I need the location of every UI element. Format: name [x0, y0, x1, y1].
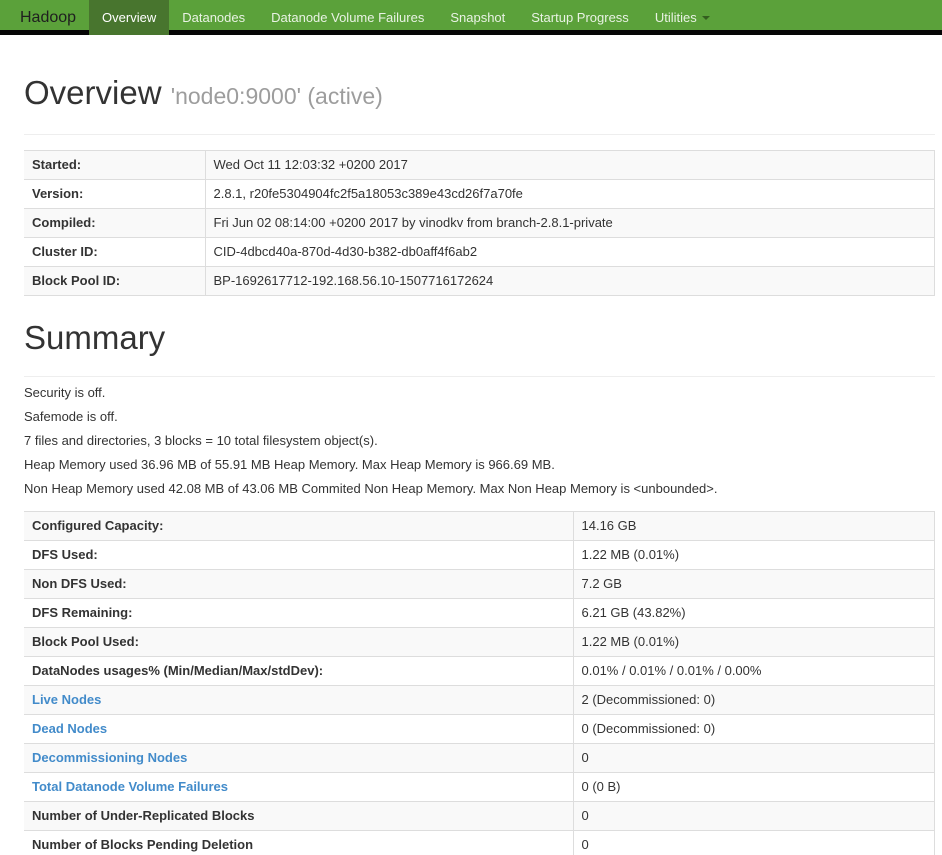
security-status-text: Security is off. [24, 385, 106, 400]
summary-label-dfs-used: DFS Used: [24, 540, 574, 570]
summary-value-blocks-pending-deletion: 0 [573, 830, 935, 855]
summary-value-volume-failures: 0 (0 B) [573, 772, 935, 802]
heap-memory-text: Heap Memory used 36.96 MB of 55.91 MB He… [24, 457, 555, 472]
summary-value-configured-capacity: 14.16 GB [573, 511, 935, 541]
nav-link-datanode-volume-failures[interactable]: Datanode Volume Failures [258, 0, 437, 35]
summary-value-dead-nodes: 0 (Decommissioned: 0) [573, 714, 935, 744]
nav-item-snapshot[interactable]: Snapshot [437, 0, 518, 30]
summary-value-datanodes-usages: 0.01% / 0.01% / 0.01% / 0.00% [573, 656, 935, 686]
table-row: Dead Nodes 0 (Decommissioned: 0) [24, 714, 935, 744]
nav-link-datanodes[interactable]: Datanodes [169, 0, 258, 35]
page-title: Overview 'node0:9000' (active) [24, 75, 935, 114]
info-label-version: Version: [24, 179, 206, 209]
table-row: Block Pool Used: 1.22 MB (0.01%) [24, 627, 935, 657]
namenode-address-badge: 'node0:9000' (active) [170, 83, 383, 109]
info-value-block-pool-id: BP-1692617712-192.168.56.10-150771617262… [205, 266, 935, 296]
nav-link-snapshot[interactable]: Snapshot [437, 0, 518, 35]
summary-text-block: Security is off. Safemode is off. 7 file… [24, 386, 935, 496]
safemode-status-text: Safemode is off. [24, 409, 118, 424]
table-row: Number of Blocks Pending Deletion 0 [24, 830, 935, 855]
summary-label-blocks-pending-deletion: Number of Blocks Pending Deletion [24, 830, 574, 855]
summary-value-block-pool-used: 1.22 MB (0.01%) [573, 627, 935, 657]
summary-value-decommissioning-nodes: 0 [573, 743, 935, 773]
info-value-cluster-id: CID-4dbcd40a-870d-4d30-b382-db0aff4f6ab2 [205, 237, 935, 267]
dead-nodes-link[interactable]: Dead Nodes [32, 721, 107, 736]
table-row: Compiled: Fri Jun 02 08:14:00 +0200 2017… [24, 208, 935, 238]
table-row: Decommissioning Nodes 0 [24, 743, 935, 773]
nav-item-startup-progress[interactable]: Startup Progress [518, 0, 642, 30]
nav-link-utilities-dropdown[interactable]: Utilities [642, 0, 723, 35]
nav-item-utilities[interactable]: Utilities [642, 0, 723, 30]
page-title-text: Overview [24, 74, 162, 111]
info-label-block-pool-id: Block Pool ID: [24, 266, 206, 296]
summary-label-under-replicated-blocks: Number of Under-Replicated Blocks [24, 801, 574, 831]
top-navbar: Hadoop Overview Datanodes Datanode Volum… [0, 0, 942, 35]
info-label-compiled: Compiled: [24, 208, 206, 238]
nav-link-startup-progress[interactable]: Startup Progress [518, 0, 642, 35]
summary-label-dfs-remaining: DFS Remaining: [24, 598, 574, 628]
summary-label-configured-capacity: Configured Capacity: [24, 511, 574, 541]
info-value-version: 2.8.1, r20fe5304904fc2f5a18053c389e43cd2… [205, 179, 935, 209]
table-row: DFS Used: 1.22 MB (0.01%) [24, 540, 935, 570]
summary-value-live-nodes: 2 (Decommissioned: 0) [573, 685, 935, 715]
info-label-cluster-id: Cluster ID: [24, 237, 206, 267]
summary-label-datanodes-usages: DataNodes usages% (Min/Median/Max/stdDev… [24, 656, 574, 686]
table-row: Non DFS Used: 7.2 GB [24, 569, 935, 599]
summary-label-volume-failures: Total Datanode Volume Failures [24, 772, 574, 802]
summary-label-dead-nodes: Dead Nodes [24, 714, 574, 744]
table-row: Total Datanode Volume Failures 0 (0 B) [24, 772, 935, 802]
nav-item-overview[interactable]: Overview [89, 0, 170, 35]
non-heap-memory-text: Non Heap Memory used 42.08 MB of 43.06 M… [24, 481, 718, 496]
live-nodes-link[interactable]: Live Nodes [32, 692, 101, 707]
table-row: DFS Remaining: 6.21 GB (43.82%) [24, 598, 935, 628]
caret-down-icon [701, 16, 710, 20]
table-row: Version: 2.8.1, r20fe5304904fc2f5a18053c… [24, 179, 935, 209]
info-value-started: Wed Oct 11 12:03:32 +0200 2017 [205, 150, 935, 180]
summary-value-non-dfs-used: 7.2 GB [573, 569, 935, 599]
brand-link[interactable]: Hadoop [0, 0, 89, 30]
nav-item-datanode-volume-failures[interactable]: Datanode Volume Failures [258, 0, 437, 30]
summary-label-live-nodes: Live Nodes [24, 685, 574, 715]
info-label-started: Started: [24, 150, 206, 180]
summary-table: Configured Capacity: 14.16 GB DFS Used: … [24, 511, 935, 855]
divider [24, 376, 935, 377]
summary-label-non-dfs-used: Non DFS Used: [24, 569, 574, 599]
main-content: Overview 'node0:9000' (active) Started: … [24, 75, 935, 855]
table-row: Configured Capacity: 14.16 GB [24, 511, 935, 541]
summary-section-title: Summary [24, 319, 166, 356]
table-row: Block Pool ID: BP-1692617712-192.168.56.… [24, 266, 935, 296]
nav-item-datanodes[interactable]: Datanodes [169, 0, 258, 30]
table-row: Number of Under-Replicated Blocks 0 [24, 801, 935, 831]
table-row: Started: Wed Oct 11 12:03:32 +0200 2017 [24, 150, 935, 180]
decommissioning-nodes-link[interactable]: Decommissioning Nodes [32, 750, 187, 765]
nav-link-utilities-label: Utilities [654, 10, 697, 25]
table-row: DataNodes usages% (Min/Median/Max/stdDev… [24, 656, 935, 686]
summary-label-block-pool-used: Block Pool Used: [24, 627, 574, 657]
nav-link-overview[interactable]: Overview [89, 0, 170, 35]
summary-value-under-replicated-blocks: 0 [573, 801, 935, 831]
summary-value-dfs-used: 1.22 MB (0.01%) [573, 540, 935, 570]
divider [24, 134, 935, 135]
table-row: Live Nodes 2 (Decommissioned: 0) [24, 685, 935, 715]
summary-label-decommissioning-nodes: Decommissioning Nodes [24, 743, 574, 773]
summary-value-dfs-remaining: 6.21 GB (43.82%) [573, 598, 935, 628]
namenode-info-table: Started: Wed Oct 11 12:03:32 +0200 2017 … [24, 150, 935, 296]
info-value-compiled: Fri Jun 02 08:14:00 +0200 2017 by vinodk… [205, 208, 935, 238]
nav-menu: Overview Datanodes Datanode Volume Failu… [89, 0, 723, 35]
table-row: Cluster ID: CID-4dbcd40a-870d-4d30-b382-… [24, 237, 935, 267]
filesystem-objects-text: 7 files and directories, 3 blocks = 10 t… [24, 433, 378, 448]
total-datanode-volume-failures-link[interactable]: Total Datanode Volume Failures [32, 779, 228, 794]
